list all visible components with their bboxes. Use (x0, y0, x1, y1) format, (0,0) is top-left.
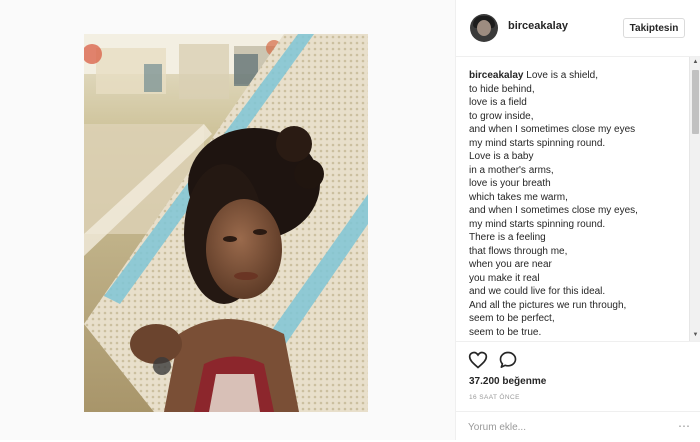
caption-text: my mind starts spinning round. (469, 218, 606, 230)
caption-text: and when I sometimes close my eyes (469, 124, 636, 135)
caption-line: to grow inside, (469, 110, 687, 124)
caption-text: Love is a baby (469, 151, 534, 162)
speech-bubble-icon[interactable] (498, 350, 518, 370)
caption-line: in a mother's arms, (469, 164, 687, 178)
caption-text: which takes me warm, (469, 191, 568, 203)
scroll-down-icon[interactable]: ▼ (690, 330, 700, 341)
instagram-post-modal: birceakalay Takiptesin birceakalay Love … (0, 0, 700, 440)
caption-line: Love is a baby (469, 150, 687, 164)
post-photo[interactable] (84, 34, 368, 412)
caption-text: you make it real (469, 272, 540, 284)
photo-pane (0, 0, 455, 440)
caption-line: my mind starts spinning round. (469, 218, 687, 232)
comment-input[interactable] (468, 420, 678, 434)
caption-text: when you are near (469, 259, 552, 270)
scrollbar[interactable]: ▲ ▼ (689, 57, 700, 341)
caption-text: my mind starts spinning round. (469, 137, 606, 149)
caption-text: and when I sometimes close my eyes, (469, 205, 638, 216)
caption-line: and when I sometimes close my eyes (469, 123, 687, 137)
avatar[interactable] (470, 14, 498, 42)
caption-text: that flows through me, (469, 245, 568, 257)
caption-text: Love is a shield, (526, 70, 598, 81)
post-time[interactable]: 16 SAAT ÖNCE (469, 394, 520, 401)
caption-line: you make it real (469, 272, 687, 286)
caption-line: and when I sometimes close my eyes, (469, 204, 687, 218)
caption-line: seem to be true. (469, 326, 687, 340)
following-button[interactable]: Takiptesin (623, 18, 685, 38)
caption-text: in a mother's arms, (469, 164, 554, 176)
likes-count[interactable]: 37.200 beğenme (469, 376, 546, 387)
caption-line: that flows through me, (469, 245, 687, 259)
caption-text: to grow inside, (469, 110, 534, 122)
caption-line: birceakalay Love is a shield, (469, 69, 687, 83)
caption-line: There is a feeling (469, 231, 687, 245)
caption-line: to hide behind, (469, 83, 687, 97)
caption-line: which takes me warm, (469, 191, 687, 205)
post-actions: 37.200 beğenme 16 SAAT ÖNCE ⋯ (456, 341, 700, 441)
caption-text: and we could live for this ideal. (469, 286, 606, 297)
scroll-thumb[interactable] (692, 70, 699, 134)
comment-bar: ⋯ (456, 411, 700, 442)
username[interactable]: birceakalay (508, 20, 568, 32)
post-sidebar: birceakalay Takiptesin birceakalay Love … (456, 0, 700, 440)
post-photo-image (84, 34, 368, 412)
caption-line: love is your breath (469, 177, 687, 191)
comments-area[interactable]: birceakalay Love is a shield, to hide beh… (456, 57, 700, 341)
caption-text: love is a field (469, 97, 527, 108)
more-dots-icon[interactable]: ⋯ (678, 420, 690, 432)
caption-text: seem to be true. (469, 326, 542, 338)
caption-text: seem to be perfect, (469, 313, 555, 324)
heart-outline-icon[interactable] (468, 350, 488, 370)
caption-text: to hide behind, (469, 83, 535, 95)
caption-line: seem to be perfect, (469, 312, 687, 326)
scroll-up-icon[interactable]: ▲ (690, 57, 700, 68)
caption-line: when you are near (469, 258, 687, 272)
caption-text: love is your breath (469, 178, 551, 189)
caption-line: my mind starts spinning round. (469, 137, 687, 151)
caption-text: And all the pictures we run through, (469, 299, 627, 311)
caption-line: and we could live for this ideal. (469, 285, 687, 299)
caption-username[interactable]: birceakalay (469, 70, 524, 81)
caption: birceakalay Love is a shield, to hide beh… (469, 69, 687, 339)
post-header: birceakalay Takiptesin (456, 0, 700, 57)
caption-line: love is a field (469, 96, 687, 110)
caption-line: And all the pictures we run through, (469, 299, 687, 313)
caption-text: There is a feeling (469, 232, 546, 243)
